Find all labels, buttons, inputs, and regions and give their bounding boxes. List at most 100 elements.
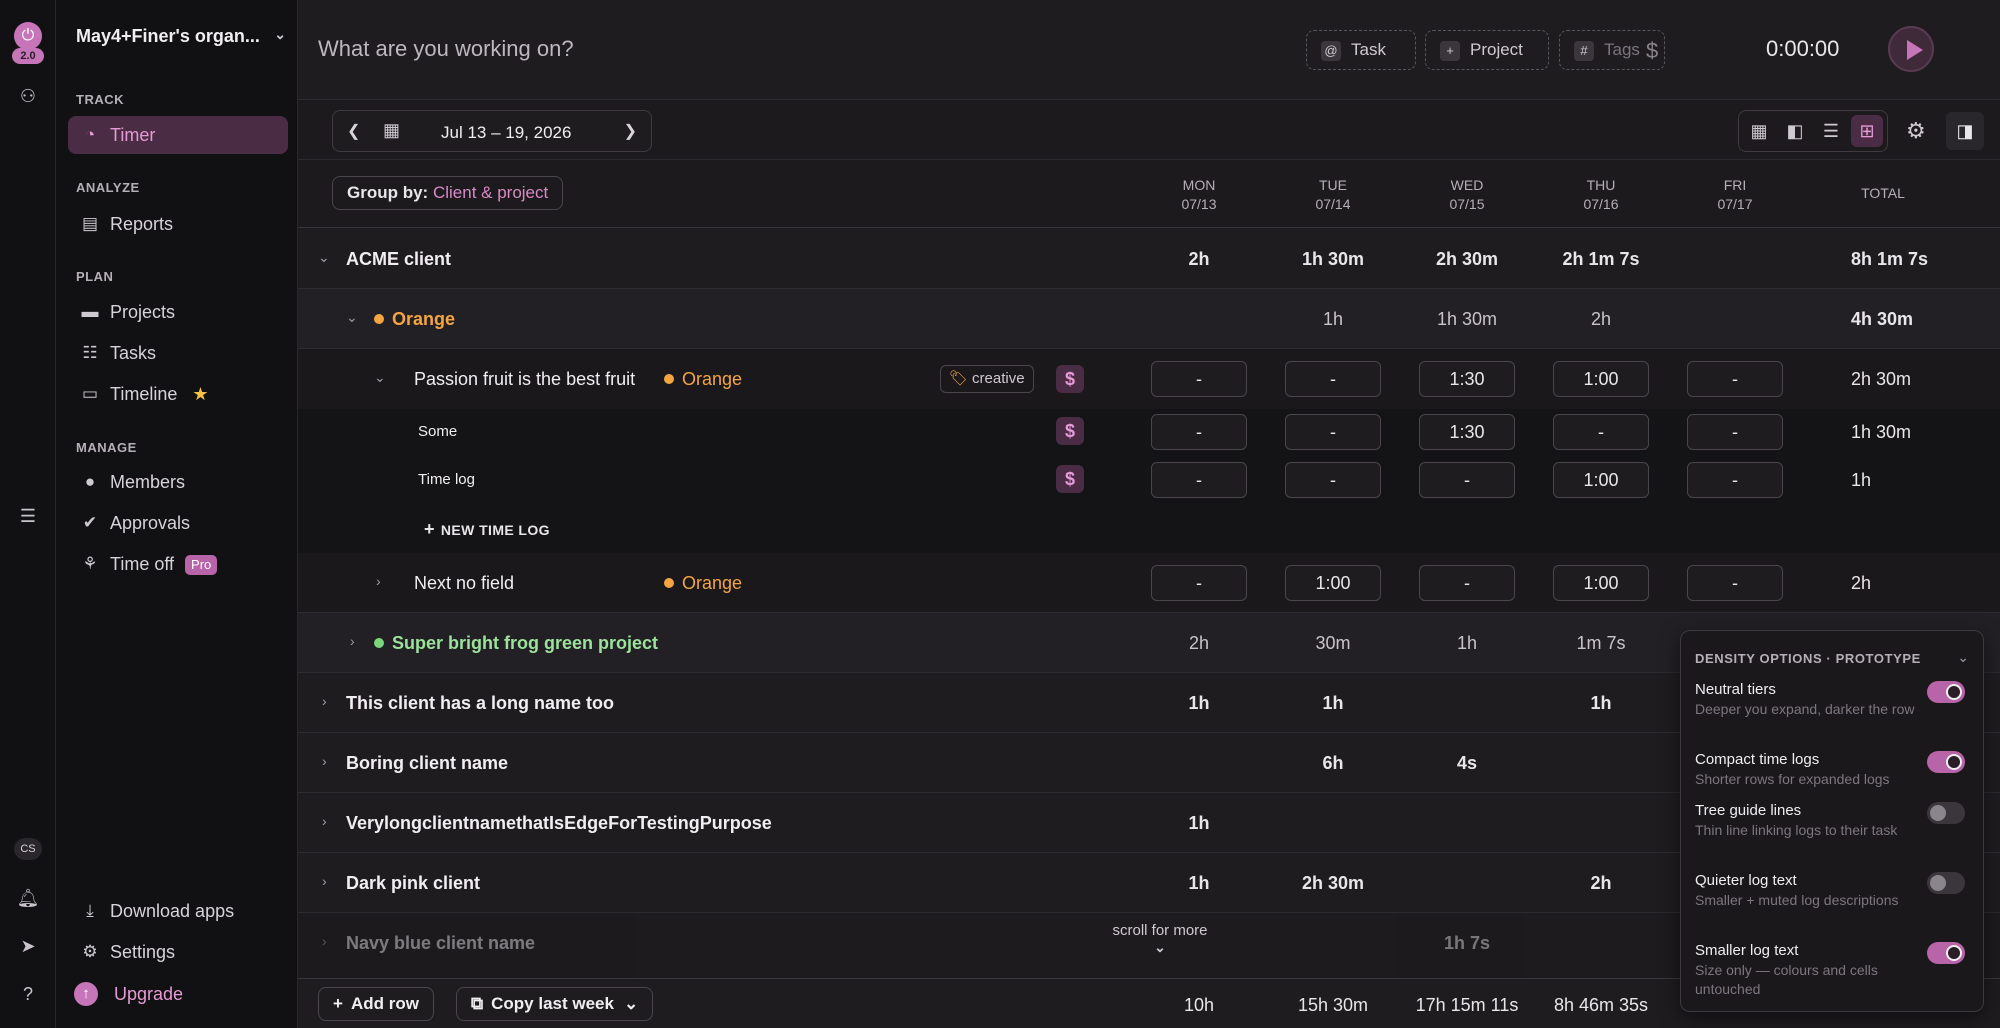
chevron-down-icon[interactable]: ⌄ bbox=[374, 369, 386, 386]
sidebar-item-label: Tasks bbox=[110, 343, 157, 363]
time-input[interactable]: - bbox=[1285, 414, 1381, 450]
view-switcher: ▦ ◧ ☰ ⊞ bbox=[1738, 110, 1888, 152]
help-icon[interactable]: ? bbox=[16, 982, 40, 1006]
bell-icon[interactable]: 🔔︎ bbox=[16, 886, 40, 910]
sidebar-item-time-off[interactable]: ⚘ Time off Pro bbox=[68, 545, 288, 583]
task-row-passion-fruit[interactable]: ⌄ Passion fruit is the best fruit Orange… bbox=[298, 349, 2000, 409]
download-apps-link[interactable]: ⤓ Download apps bbox=[68, 892, 288, 930]
chevron-right-icon[interactable]: › bbox=[376, 573, 381, 589]
day-cell: 1h bbox=[1590, 693, 1612, 713]
section-plan: PLAN bbox=[76, 269, 114, 284]
add-row-button[interactable]: + Add row bbox=[318, 987, 434, 1021]
footer-total-tue: 15h 30m bbox=[1297, 995, 1369, 1015]
settings-link[interactable]: ⚙ Settings bbox=[68, 933, 288, 971]
toggle-neutral-tiers[interactable] bbox=[1927, 681, 1965, 703]
task-chip[interactable]: @ Task bbox=[1306, 30, 1416, 70]
chevron-down-icon[interactable]: ⌄ bbox=[1957, 649, 1969, 666]
time-input[interactable]: - bbox=[1553, 414, 1649, 450]
time-input[interactable]: 1:00 bbox=[1553, 361, 1649, 397]
user-avatar[interactable]: CS bbox=[14, 838, 42, 860]
billable-icon[interactable]: $ bbox=[1056, 465, 1084, 493]
sidebar-item-label: Timer bbox=[110, 125, 156, 145]
billable-icon[interactable]: $ bbox=[1056, 365, 1084, 393]
side-panel-icon[interactable]: ◨ bbox=[1946, 112, 1984, 150]
download-label: Download apps bbox=[110, 901, 235, 921]
split-view-icon[interactable]: ◧ bbox=[1779, 115, 1811, 147]
time-input[interactable]: - bbox=[1285, 462, 1381, 498]
project-chip-label: Project bbox=[1470, 40, 1523, 59]
project-row-orange[interactable]: ⌄ Orange 1h 1h 30m 2h 4h 30m bbox=[298, 289, 2000, 349]
toggle-quieter-log-text[interactable] bbox=[1927, 872, 1965, 894]
chevron-right-icon[interactable]: › bbox=[322, 753, 327, 769]
chevron-right-icon[interactable]: › bbox=[322, 693, 327, 709]
time-input[interactable]: 1:00 bbox=[1553, 565, 1649, 601]
row-total: 2h bbox=[1851, 573, 1872, 593]
copy-last-week-button[interactable]: ⧉ Copy last week ⌄ bbox=[456, 987, 654, 1021]
sidebar-item-timer[interactable]: ◔ Timer bbox=[68, 116, 288, 154]
new-time-log-button[interactable]: + NEW TIME LOG bbox=[424, 519, 550, 540]
toggle-compact-time-logs[interactable] bbox=[1927, 751, 1965, 773]
chevron-right-icon[interactable]: › bbox=[322, 933, 327, 949]
chevron-down-icon[interactable]: ⌄ bbox=[318, 249, 330, 266]
time-input[interactable]: - bbox=[1687, 565, 1783, 601]
day-cell: 1h 30m bbox=[1436, 309, 1498, 329]
client-row-acme[interactable]: ⌄ ACME client 2h 1h 30m 2h 30m 2h 1m 7s … bbox=[298, 229, 2000, 289]
description-input[interactable]: What are you working on? bbox=[318, 36, 574, 62]
time-input[interactable]: - bbox=[1687, 414, 1783, 450]
option-neutral-tiers: Neutral tiers Deeper you expand, darker … bbox=[1695, 681, 1975, 719]
time-input[interactable]: - bbox=[1151, 361, 1247, 397]
collapse-sidebar-icon[interactable]: ☰ bbox=[16, 504, 40, 528]
calendar-view-icon[interactable]: ▦ bbox=[1743, 115, 1775, 147]
row-total: 8h 1m 7s bbox=[1851, 249, 1929, 269]
time-input[interactable]: - bbox=[1151, 462, 1247, 498]
sidebar-item-approvals[interactable]: ✔ Approvals bbox=[68, 504, 288, 542]
date-range-picker[interactable]: ❮ ▦ Jul 13 – 19, 2026 ❯ bbox=[332, 110, 652, 152]
billable-icon[interactable]: $ bbox=[1056, 417, 1084, 445]
time-input[interactable]: - bbox=[1151, 414, 1247, 450]
sidebar-item-members[interactable]: ● Members bbox=[68, 463, 288, 501]
upgrade-link[interactable]: Upgrade bbox=[114, 984, 183, 1005]
time-input[interactable]: - bbox=[1285, 361, 1381, 397]
project-label: Orange bbox=[392, 309, 456, 329]
toggle-smaller-log-text[interactable] bbox=[1927, 942, 1965, 964]
time-input[interactable]: 1:00 bbox=[1285, 565, 1381, 601]
client-name: This client has a long name too bbox=[346, 693, 615, 713]
gear-icon[interactable]: ⚙ bbox=[1906, 118, 1926, 144]
grid-view-icon[interactable]: ⊞ bbox=[1851, 115, 1883, 147]
scroll-hint[interactable]: scroll for more ⌄ bbox=[1100, 922, 1220, 956]
tag-chip[interactable]: 🏷︎ creative bbox=[940, 365, 1034, 393]
group-by-button[interactable]: Group by: Client & project bbox=[332, 176, 564, 210]
chevron-left-icon[interactable]: ❮ bbox=[347, 121, 360, 141]
density-panel-title: DENSITY OPTIONS · PROTOTYPE bbox=[1695, 651, 1921, 666]
sidebar-item-tasks[interactable]: ☷ Tasks bbox=[68, 334, 288, 372]
day-cell: 1h 30m bbox=[1301, 249, 1365, 269]
start-timer-button[interactable] bbox=[1888, 26, 1934, 72]
group-by-label: Group by: bbox=[347, 183, 429, 202]
time-input[interactable]: 1:00 bbox=[1553, 462, 1649, 498]
org-switcher[interactable]: May4+Finer's organ... ⌄ bbox=[76, 26, 286, 47]
list-view-icon[interactable]: ☰ bbox=[1815, 115, 1847, 147]
chevron-right-icon[interactable]: ❯ bbox=[624, 121, 637, 141]
time-input[interactable]: - bbox=[1687, 462, 1783, 498]
billable-icon[interactable]: $ bbox=[1646, 38, 1658, 64]
power-logo-icon[interactable]: ⏻ bbox=[14, 22, 42, 50]
toggle-tree-guide-lines[interactable] bbox=[1927, 802, 1965, 824]
row-total: 2h 30m bbox=[1851, 369, 1912, 389]
time-input[interactable]: - bbox=[1419, 565, 1515, 601]
chevron-down-icon[interactable]: ⌄ bbox=[346, 309, 358, 326]
time-input[interactable]: 1:30 bbox=[1419, 361, 1515, 397]
project-chip[interactable]: + Project bbox=[1425, 30, 1549, 70]
time-input[interactable]: - bbox=[1419, 462, 1515, 498]
chevron-right-icon[interactable]: › bbox=[350, 633, 355, 649]
chevron-right-icon[interactable]: › bbox=[322, 813, 327, 829]
send-icon[interactable]: ➤ bbox=[16, 934, 40, 958]
chevron-right-icon[interactable]: › bbox=[322, 873, 327, 889]
sidebar-item-timeline[interactable]: ▭ Timeline ★ bbox=[68, 375, 288, 413]
time-input[interactable]: - bbox=[1151, 565, 1247, 601]
sidebar-item-projects[interactable]: ▬ Projects bbox=[68, 293, 288, 331]
sidebar-item-reports[interactable]: ▤ Reports bbox=[68, 205, 288, 243]
time-input[interactable]: 1:30 bbox=[1419, 414, 1515, 450]
team-icon[interactable]: ⚇ bbox=[16, 84, 40, 108]
task-row-next-no-field[interactable]: › Next no field Orange - 1:00 - 1:00 - 2… bbox=[298, 553, 2000, 613]
time-input[interactable]: - bbox=[1687, 361, 1783, 397]
